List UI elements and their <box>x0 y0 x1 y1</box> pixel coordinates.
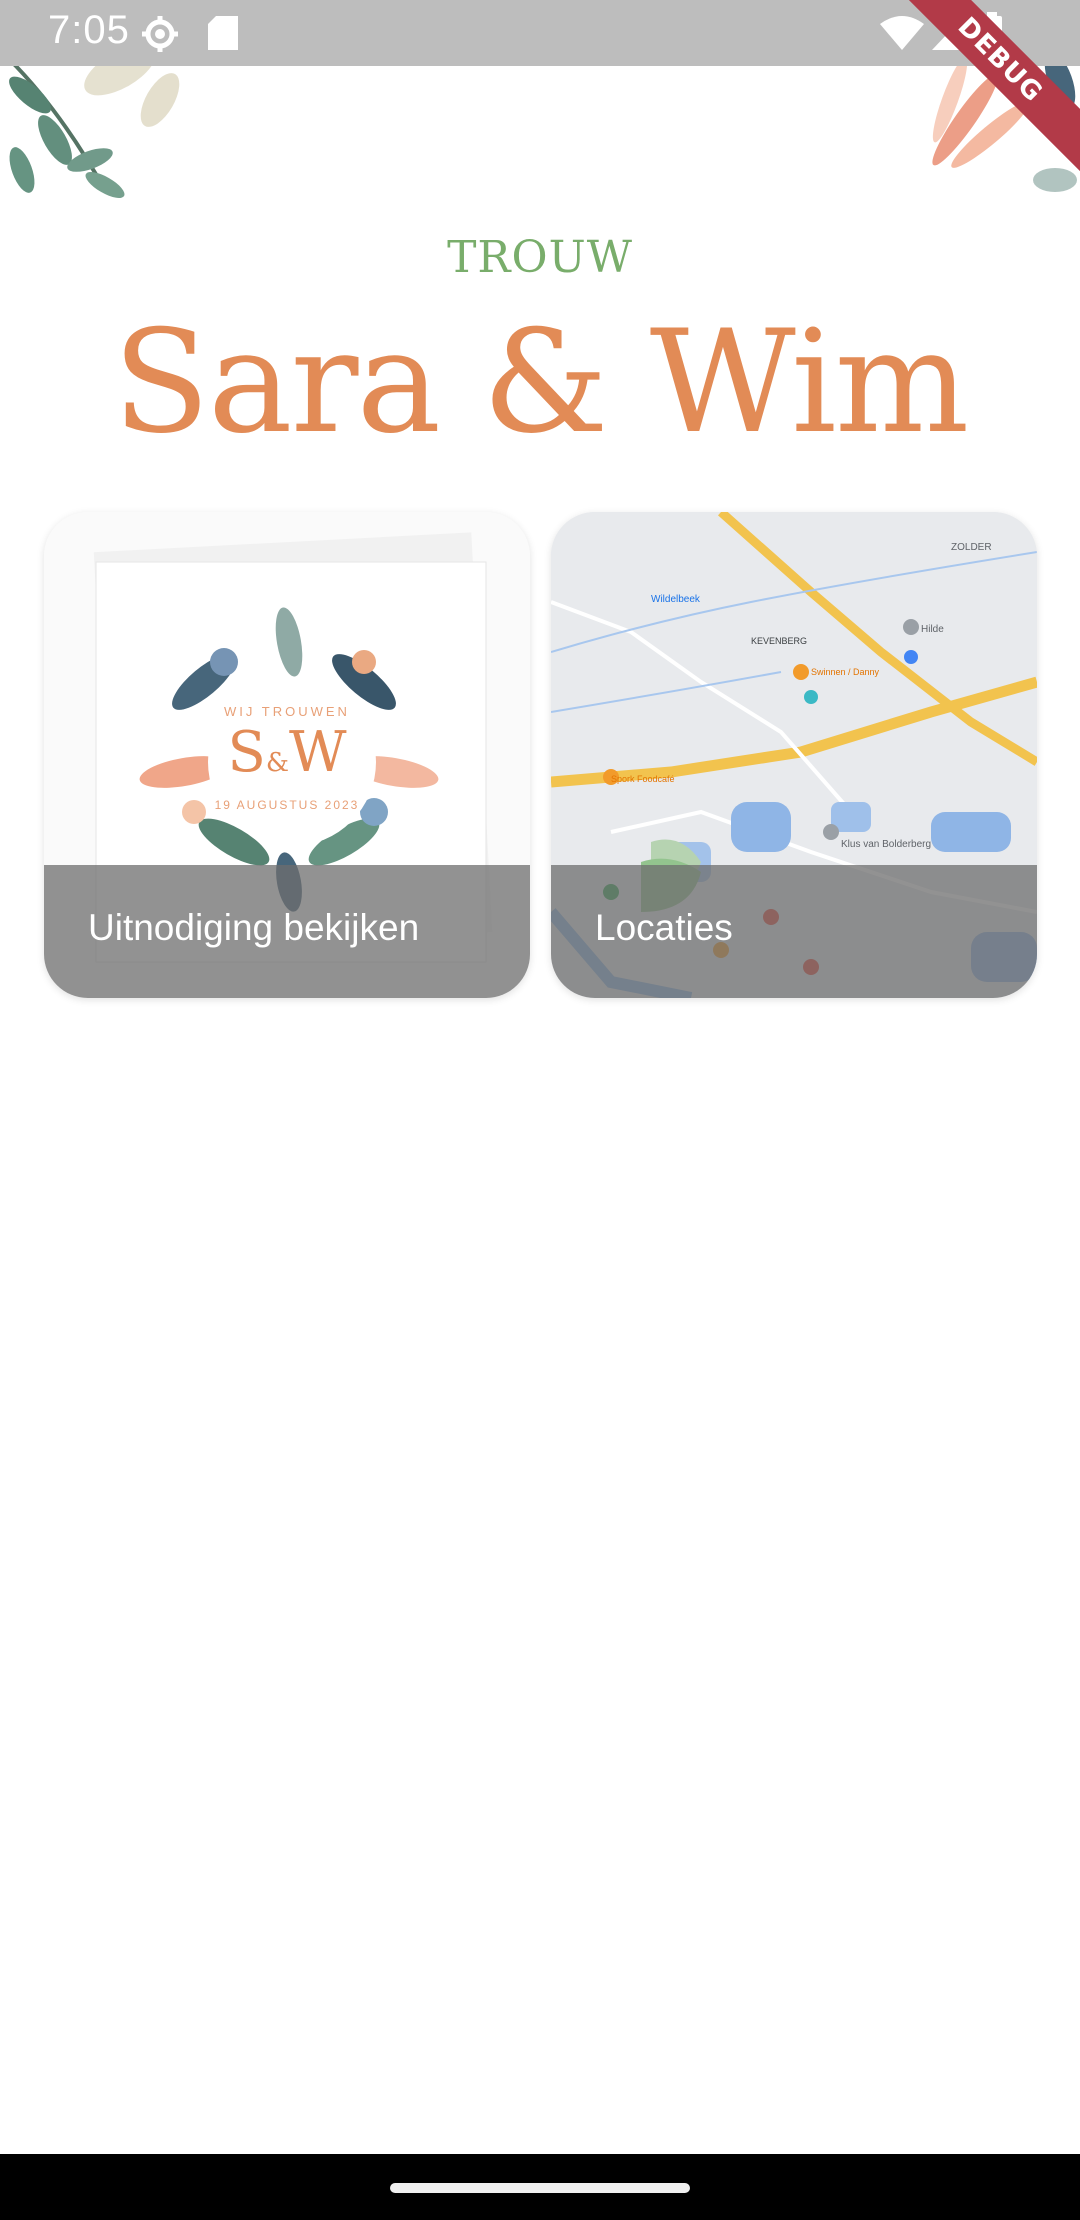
svg-text:KEVENBERG: KEVENBERG <box>751 636 807 646</box>
invitation-date: 19 AUGUSTUS 2023 <box>214 798 360 812</box>
settings-gear-icon <box>140 14 180 59</box>
invitation-monogram: S&W <box>44 720 530 785</box>
home-gesture-handle[interactable] <box>390 2183 690 2193</box>
locations-card-caption: Locaties <box>551 865 1037 998</box>
status-time: 7:05 <box>48 8 130 52</box>
monogram-amp: & <box>265 748 289 778</box>
invitation-line-top: WIJ TROUWEN <box>224 704 350 719</box>
invitation-card-caption: Uitnodiging bekijken <box>44 865 530 998</box>
sd-card-icon <box>208 16 238 55</box>
monogram-left: S <box>227 720 266 785</box>
invitation-card[interactable]: WIJ TROUWEN S&W 19 AUGUSTUS 2023 Uitnodi… <box>44 512 530 998</box>
svg-text:Hilde: Hilde <box>921 624 944 635</box>
page-title: Sara & Wim <box>112 300 970 465</box>
page-subtitle: TROUW <box>447 232 633 283</box>
navigation-bar <box>0 2154 1080 2220</box>
invitation-card-label: Uitnodiging bekijken <box>88 907 420 948</box>
wifi-icon <box>880 16 924 55</box>
svg-text:ZOLDER: ZOLDER <box>951 542 992 553</box>
svg-text:Klus van Bolderberg: Klus van Bolderberg <box>841 839 931 850</box>
svg-text:Swinnen / Danny: Swinnen / Danny <box>811 667 880 677</box>
monogram-right: W <box>288 720 347 785</box>
locations-card-label: Locaties <box>595 907 733 948</box>
svg-text:Spork Foodcafé: Spork Foodcafé <box>611 774 675 784</box>
locations-card[interactable]: ZOLDER Wildelbeek KEVENBERG Swinnen / Da… <box>551 512 1037 998</box>
svg-text:Wildelbeek: Wildelbeek <box>651 594 701 605</box>
